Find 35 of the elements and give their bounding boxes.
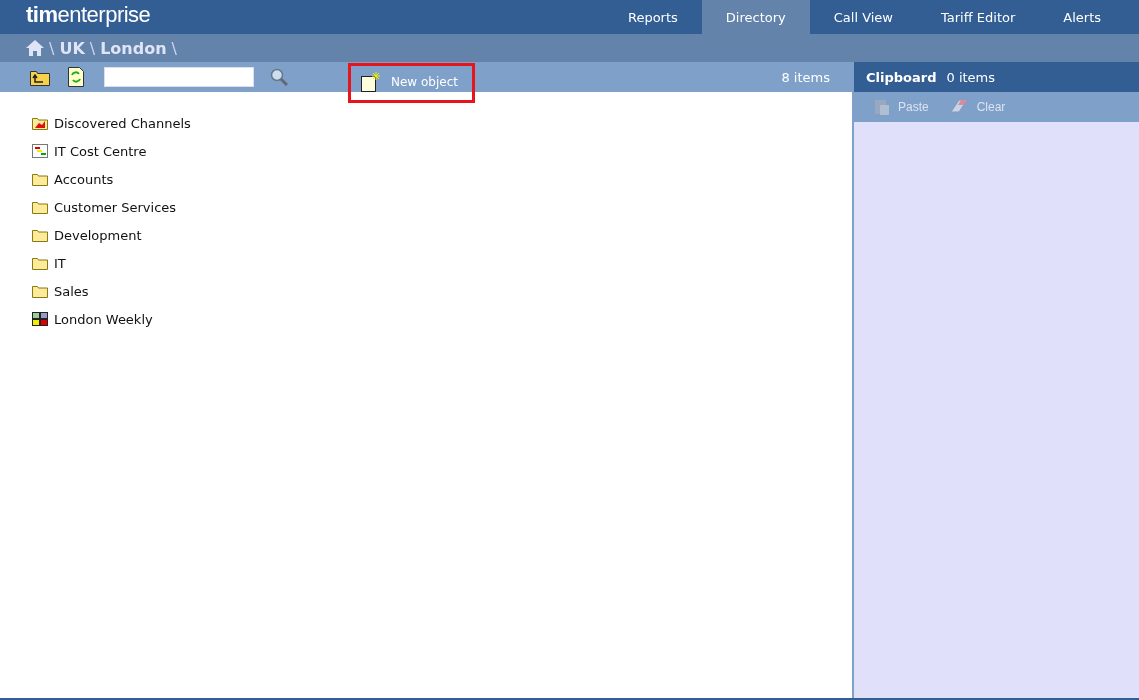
directory-item[interactable]: IT xyxy=(32,254,852,272)
search-field[interactable] xyxy=(104,67,254,87)
directory-item[interactable]: Development xyxy=(32,226,852,244)
item-count: 8 items xyxy=(781,69,830,85)
folder-icon xyxy=(32,116,48,130)
nav-tab[interactable]: Call View xyxy=(809,0,917,34)
grid-icon xyxy=(32,144,48,158)
folder-icon xyxy=(32,228,48,242)
path-separator: \ xyxy=(171,38,177,58)
clipboard-count: 0 items xyxy=(946,69,996,85)
folder-up-icon[interactable] xyxy=(30,68,50,86)
folder-icon xyxy=(32,172,48,186)
directory-item[interactable]: Sales xyxy=(32,282,852,300)
nav-tab[interactable]: Tariff Editor xyxy=(917,0,1040,34)
nav-tab[interactable]: Directory xyxy=(701,0,810,34)
logo[interactable]: timenterprise xyxy=(0,0,151,34)
grid-icon xyxy=(32,312,48,326)
path-separator: \ xyxy=(49,38,55,58)
folder-icon xyxy=(32,200,48,214)
folder-icon xyxy=(32,284,48,298)
search-icon[interactable] xyxy=(270,68,288,86)
directory-item[interactable]: Discovered Channels xyxy=(32,114,852,132)
directory-item[interactable]: Accounts xyxy=(32,170,852,188)
directory-item[interactable]: IT Cost Centre xyxy=(32,142,852,160)
folder-icon xyxy=(32,256,48,270)
new-document-icon xyxy=(361,72,381,92)
nav-tab[interactable]: Reports xyxy=(603,0,702,34)
refresh-icon[interactable] xyxy=(68,67,84,87)
path-separator: \ xyxy=(89,38,96,58)
clipboard-icon xyxy=(874,98,890,116)
clipboard-title: Clipboard xyxy=(866,69,937,85)
nav-tab[interactable]: Alerts xyxy=(1039,0,1125,34)
home-icon[interactable] xyxy=(26,40,44,56)
directory-item[interactable]: Customer Services xyxy=(32,198,852,216)
directory-item[interactable]: London Weekly xyxy=(32,310,852,328)
